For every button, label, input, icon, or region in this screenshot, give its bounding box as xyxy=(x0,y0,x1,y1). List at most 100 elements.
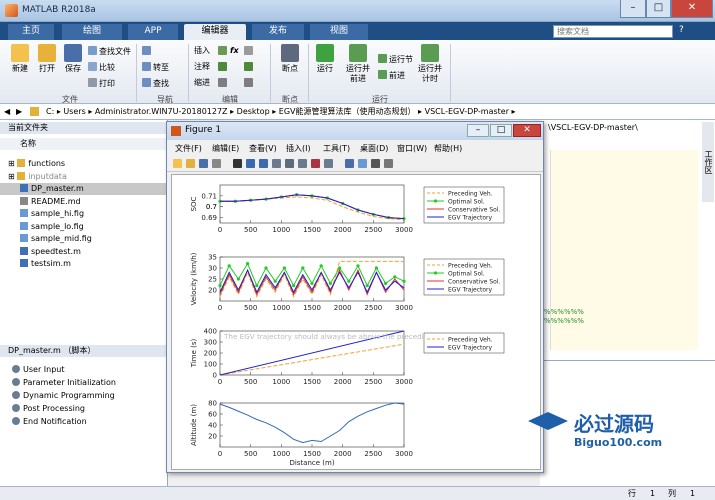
print-icon[interactable] xyxy=(212,159,221,168)
figure-logo-icon xyxy=(171,126,181,136)
smart-indent-icon[interactable] xyxy=(244,78,255,89)
run-section-button[interactable]: 运行节 xyxy=(378,54,413,65)
open-icon[interactable] xyxy=(186,159,195,168)
insert-section-icon[interactable] xyxy=(218,46,229,57)
comment-percent-icon[interactable] xyxy=(218,62,229,73)
insert-button[interactable]: 插入 xyxy=(194,46,210,56)
run-button[interactable]: 运行 xyxy=(312,44,338,74)
compare-button[interactable]: 比较 xyxy=(88,62,115,73)
uncomment-icon[interactable] xyxy=(244,62,255,73)
help-icon[interactable]: ? xyxy=(679,25,689,37)
path-seg[interactable]: VSCL-EGV-DP-master xyxy=(425,107,509,116)
nav-forward-icon[interactable]: ▶ xyxy=(16,104,22,119)
brush-icon[interactable] xyxy=(311,159,320,168)
expand-icon[interactable]: ⊞ xyxy=(8,159,17,168)
path-seg[interactable]: EGV能源管理算法库（使用动态规划） xyxy=(279,107,416,116)
block-icon[interactable] xyxy=(244,46,255,57)
fx-button[interactable]: fx xyxy=(230,46,239,56)
indent-lines-icon xyxy=(218,78,227,87)
dock-icon[interactable] xyxy=(384,159,393,168)
figure-menu-item[interactable]: 帮助(H) xyxy=(434,142,462,155)
path-seg[interactable]: C: xyxy=(46,107,54,116)
file-row-sample_mid-fig[interactable]: sample_mid.fig xyxy=(0,233,168,245)
outline-item[interactable]: Parameter Initialization xyxy=(0,377,168,389)
ribbon-separator xyxy=(308,44,309,102)
pointer-icon[interactable] xyxy=(233,159,242,168)
save-icon[interactable] xyxy=(199,159,208,168)
breakpoint-button[interactable]: 断点 xyxy=(276,44,304,74)
find-file-button[interactable]: 查找文件 xyxy=(88,46,131,57)
nav-back-icon[interactable]: ◀ xyxy=(4,104,10,119)
back-button[interactable] xyxy=(142,46,153,57)
zoom-out-icon[interactable] xyxy=(259,159,268,168)
run-advance-button[interactable]: 运行并 前进 xyxy=(342,44,374,84)
link-icon[interactable] xyxy=(324,159,333,168)
maximize-button[interactable]: □ xyxy=(646,0,671,18)
path-seg[interactable]: Administrator.WIN7U-20180127Z xyxy=(95,107,228,116)
find-button[interactable]: 查找 xyxy=(142,78,169,89)
file-row-readme-md[interactable]: README.md xyxy=(0,196,168,208)
file-row-inputdata[interactable]: ⊞ inputdata xyxy=(0,171,168,183)
figure-close-button[interactable]: ✕ xyxy=(513,124,541,137)
path-seg[interactable]: Users xyxy=(63,107,85,116)
column-header-name[interactable]: 名称 xyxy=(0,138,168,150)
tab-apps[interactable]: APP xyxy=(128,24,178,40)
tab-editor[interactable]: 编辑器 xyxy=(184,24,246,40)
indent-button[interactable]: 缩进 xyxy=(194,78,210,88)
outline-item[interactable]: Dynamic Programming xyxy=(0,390,168,402)
pan-icon[interactable] xyxy=(272,159,281,168)
tab-plots[interactable]: 绘图 xyxy=(62,24,122,40)
path-breadcrumb[interactable]: C: ▸ Users ▸ Administrator.WIN7U-2018012… xyxy=(46,104,516,119)
colorbar-icon[interactable] xyxy=(345,159,354,168)
outline-item[interactable]: User Input xyxy=(0,364,168,376)
figure-titlebar[interactable]: Figure 1 – □ ✕ xyxy=(167,122,543,140)
file-row-testsim-m[interactable]: testsim.m xyxy=(0,258,168,270)
outline-item[interactable]: End Notification xyxy=(0,416,168,428)
file-row-speedtest-m[interactable]: speedtest.m xyxy=(0,246,168,258)
figure-menu-item[interactable]: 文件(F) xyxy=(175,142,202,155)
rotate-icon[interactable] xyxy=(285,159,294,168)
tab-publish[interactable]: 发布 xyxy=(252,24,304,40)
figure-menu-item[interactable]: 查看(V) xyxy=(249,142,277,155)
hide-icon[interactable] xyxy=(371,159,380,168)
legend-icon[interactable] xyxy=(358,159,367,168)
figure-window[interactable]: Figure 1 – □ ✕ 文件(F) 编辑(E) 查看(V) 插入(I) 工具(T)… xyxy=(166,121,544,473)
minimize-button[interactable]: – xyxy=(620,0,646,18)
workspace-side-tab[interactable]: 工作区 xyxy=(702,122,714,202)
comment-button[interactable]: 注释 xyxy=(194,62,210,72)
close-button[interactable]: ✕ xyxy=(671,0,713,18)
new-icon[interactable] xyxy=(173,159,182,168)
tab-view[interactable]: 视图 xyxy=(310,24,368,40)
compare-label: 比较 xyxy=(99,63,115,72)
path-seg[interactable]: Desktop xyxy=(237,107,270,116)
goto-button[interactable]: 转至 xyxy=(142,62,169,73)
search-documentation-input[interactable]: 搜索文档 xyxy=(553,25,673,38)
y-tick-label: 0 xyxy=(213,372,217,380)
file-row-sample_lo-fig[interactable]: sample_lo.fig xyxy=(0,221,168,233)
file-row-dp_master-m[interactable]: DP_master.m xyxy=(0,183,168,195)
figure-menu-item[interactable]: 编辑(E) xyxy=(212,142,239,155)
tab-home[interactable]: 主页 xyxy=(8,24,54,40)
open-button[interactable]: 打开 xyxy=(34,44,60,74)
figure-menu-item[interactable]: 窗口(W) xyxy=(397,142,427,155)
figure-menu-item[interactable]: 桌面(D) xyxy=(360,142,388,155)
new-button[interactable]: 新建 xyxy=(6,44,34,74)
zoom-in-icon[interactable] xyxy=(246,159,255,168)
file-row-functions[interactable]: ⊞ functions xyxy=(0,158,168,170)
data-cursor-icon[interactable] xyxy=(298,159,307,168)
run-time-button[interactable]: 运行并 计时 xyxy=(414,44,446,84)
figure-menu-item[interactable]: 插入(I) xyxy=(286,142,311,155)
expand-icon[interactable]: ⊞ xyxy=(8,172,17,181)
figure-menu-item[interactable]: 工具(T) xyxy=(323,142,350,155)
advance-button[interactable]: 前进 xyxy=(378,70,405,81)
figure-maximize-button[interactable]: □ xyxy=(490,124,512,137)
y-tick-label: 0.71 xyxy=(201,192,217,200)
file-row-sample_hi-fig[interactable]: sample_hi.fig xyxy=(0,208,168,220)
figure-minimize-button[interactable]: – xyxy=(467,124,489,137)
outline-item[interactable]: Post Processing xyxy=(0,403,168,415)
address-bar[interactable]: ◀ ▶ C: ▸ Users ▸ Administrator.WIN7U-201… xyxy=(0,104,715,120)
indent-icon[interactable] xyxy=(218,78,229,89)
folder-open-icon xyxy=(38,44,56,62)
save-button[interactable]: 保存 xyxy=(60,44,86,74)
print-button[interactable]: 打印 xyxy=(88,78,115,89)
